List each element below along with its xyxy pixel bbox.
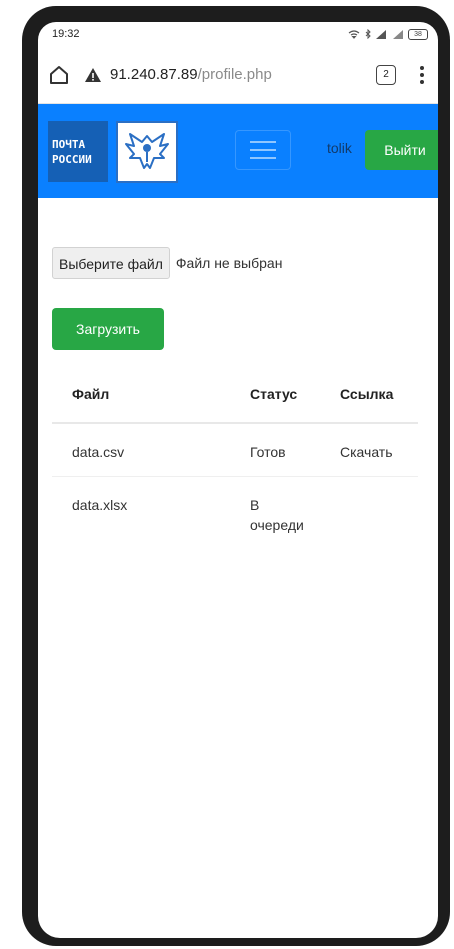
- upload-button[interactable]: Загрузить: [52, 308, 164, 350]
- warning-icon[interactable]: [84, 67, 102, 83]
- logout-button[interactable]: Выйти: [365, 130, 438, 170]
- table-row: data.csv Готов Скачать: [52, 422, 418, 477]
- phone-screen: 19:32 38 91.240.87.89/profile.php 2 ПОЧТ…: [38, 22, 438, 938]
- choose-file-button[interactable]: Выберите файл: [52, 247, 170, 279]
- download-link[interactable]: Скачать: [320, 422, 418, 477]
- site-navbar: ПОЧТА РОССИИ tolik Выйти: [38, 104, 438, 198]
- column-header-status: Статус: [214, 366, 320, 424]
- status-icons: 38: [348, 28, 428, 40]
- url-path: /profile.php: [197, 66, 272, 83]
- browser-menu-icon[interactable]: [420, 65, 424, 84]
- status-cell: В очереди: [214, 476, 320, 549]
- eagle-emblem-icon: [116, 121, 178, 183]
- table-header-row: Файл Статус Ссылка: [52, 366, 418, 424]
- home-icon[interactable]: [48, 64, 70, 86]
- signal-icon-2: [393, 29, 403, 39]
- signal-icon: [376, 29, 386, 39]
- main-content: Выберите файл Файл не выбран Загрузить Ф…: [38, 246, 438, 549]
- file-input: Выберите файл Файл не выбран: [52, 246, 424, 280]
- status-cell: Готов: [214, 422, 320, 477]
- username-label: tolik: [327, 140, 352, 156]
- bluetooth-icon: [365, 29, 371, 39]
- link-cell: [320, 476, 418, 549]
- column-header-link: Ссылка: [320, 366, 418, 424]
- wifi-icon: [348, 29, 360, 39]
- file-status-text: Файл не выбран: [175, 255, 283, 271]
- pochta-logo[interactable]: ПОЧТА РОССИИ: [48, 121, 108, 182]
- logo-line-2: РОССИИ: [52, 152, 92, 166]
- battery-icon: 38: [408, 28, 428, 40]
- url-host: 91.240.87.89: [110, 66, 198, 83]
- tabs-count-icon[interactable]: 2: [376, 64, 396, 85]
- files-table: Файл Статус Ссылка data.csv Готов Скачат…: [52, 366, 418, 549]
- hamburger-menu-icon[interactable]: [235, 130, 291, 170]
- table-row: data.xlsx В очереди: [52, 476, 418, 549]
- logo-line-1: ПОЧТА: [52, 137, 86, 151]
- file-name-cell: data.csv: [52, 422, 214, 477]
- phone-frame: 19:32 38 91.240.87.89/profile.php 2 ПОЧТ…: [22, 6, 450, 946]
- file-name-cell: data.xlsx: [52, 476, 214, 549]
- browser-address-bar: 91.240.87.89/profile.php 2: [38, 46, 438, 104]
- status-bar: 19:32 38: [38, 22, 438, 46]
- status-time: 19:32: [52, 28, 80, 40]
- column-header-file: Файл: [52, 366, 214, 424]
- url-field[interactable]: 91.240.87.89/profile.php: [110, 66, 376, 83]
